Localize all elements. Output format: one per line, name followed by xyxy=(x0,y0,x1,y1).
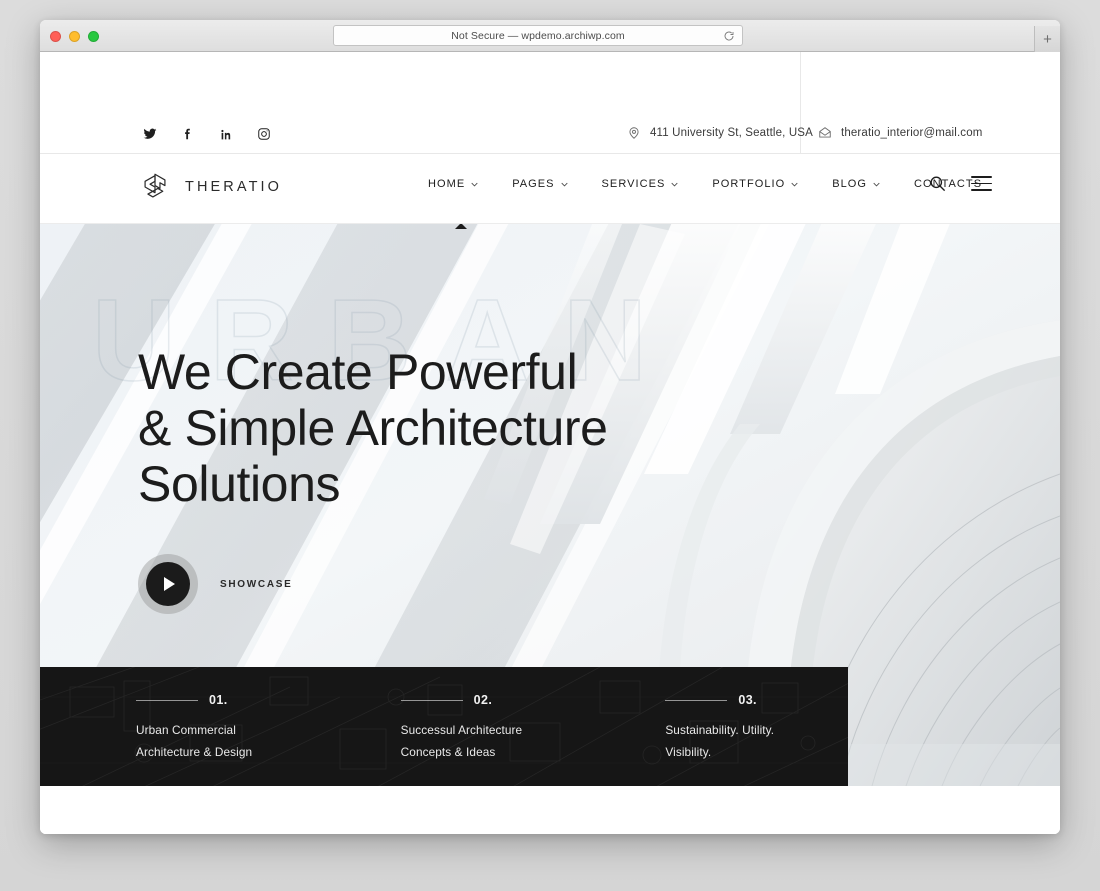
feature-header: 01. xyxy=(136,693,319,707)
feature-rule xyxy=(665,699,728,701)
feature-item[interactable]: 03. Sustainability. Utility. Visibility. xyxy=(665,693,848,786)
feature-item[interactable]: 01. Urban Commercial Architecture & Desi… xyxy=(136,693,319,786)
twitter-icon[interactable] xyxy=(142,126,158,142)
feature-rule xyxy=(136,699,198,701)
hero-section: URBAN We Create Powerful & Simple Archit… xyxy=(40,224,1060,786)
site-header: THERATIO HOME PAGES SERVICES PORTFOLIO B… xyxy=(40,154,1060,224)
feature-header: 03. xyxy=(665,693,848,707)
feature-number: 02. xyxy=(473,693,493,707)
desktop-background: Not Secure — wpdemo.archiwp.com + 411 Un… xyxy=(0,0,1100,891)
nav-label: BLOG xyxy=(832,178,867,190)
address-bar-text: Not Secure — wpdemo.archiwp.com xyxy=(451,29,625,42)
maximize-window-button[interactable] xyxy=(88,31,99,42)
instagram-icon[interactable] xyxy=(256,126,272,142)
facebook-icon[interactable] xyxy=(180,126,196,142)
nav-label: PORTFOLIO xyxy=(712,178,786,190)
play-button-ring xyxy=(138,554,198,614)
hero-content: We Create Powerful & Simple Architecture… xyxy=(138,344,608,614)
feature-number: 01. xyxy=(209,693,228,707)
features-list: 01. Urban Commercial Architecture & Desi… xyxy=(40,667,848,786)
feature-text: Sustainability. Utility. Visibility. xyxy=(665,723,775,759)
envelope-icon xyxy=(819,127,831,138)
chevron-down-icon xyxy=(471,182,478,187)
feature-item[interactable]: 02. Successul Architecture Concepts & Id… xyxy=(400,693,584,786)
nav-item-pages[interactable]: PAGES xyxy=(512,178,568,190)
contact-email-text: theratio_interior@mail.com xyxy=(841,127,983,139)
nav-label: PAGES xyxy=(512,178,555,190)
feature-rule xyxy=(400,699,463,701)
contact-address-text: 411 University St, Seattle, USA xyxy=(650,127,813,139)
active-menu-caret xyxy=(455,224,467,229)
feature-number: 03. xyxy=(738,693,757,707)
chevron-down-icon xyxy=(560,182,568,187)
showcase-label: SHOWCASE xyxy=(220,578,293,590)
feature-header: 02. xyxy=(400,693,584,707)
site-logo[interactable]: THERATIO xyxy=(138,170,282,204)
play-icon[interactable] xyxy=(146,562,190,606)
contact-email[interactable]: theratio_interior@mail.com xyxy=(818,126,982,140)
linkedin-icon[interactable] xyxy=(218,126,234,142)
nav-label: HOME xyxy=(428,178,466,190)
social-links xyxy=(142,126,272,142)
page-viewport: 411 University St, Seattle, USA theratio… xyxy=(40,52,1060,834)
nav-item-home[interactable]: HOME xyxy=(428,178,478,190)
chevron-down-icon xyxy=(791,182,798,187)
browser-titlebar: Not Secure — wpdemo.archiwp.com + xyxy=(40,20,1060,52)
minimize-window-button[interactable] xyxy=(69,31,80,42)
feature-text: Successul Architecture Concepts & Ideas xyxy=(400,723,523,759)
hero-title: We Create Powerful & Simple Architecture… xyxy=(138,344,608,512)
window-traffic-lights xyxy=(50,31,99,42)
close-window-button[interactable] xyxy=(50,31,61,42)
showcase-video-trigger[interactable]: SHOWCASE xyxy=(138,554,608,614)
nav-label: SERVICES xyxy=(601,178,666,190)
contact-address[interactable]: 411 University St, Seattle, USA xyxy=(627,126,813,140)
map-pin-icon xyxy=(629,127,639,139)
page-footer-strip xyxy=(40,786,1060,834)
feature-text: Urban Commercial Architecture & Design xyxy=(136,723,253,759)
hamburger-menu-icon[interactable] xyxy=(971,176,992,191)
nav-item-services[interactable]: SERVICES xyxy=(602,178,679,190)
browser-window: Not Secure — wpdemo.archiwp.com + 411 Un… xyxy=(40,20,1060,834)
logo-text: THERATIO xyxy=(185,179,283,195)
theratio-logo-icon xyxy=(144,173,166,198)
search-icon[interactable] xyxy=(928,174,947,193)
main-navigation: HOME PAGES SERVICES PORTFOLIO BLOG CONTA… xyxy=(428,178,982,190)
new-tab-button[interactable]: + xyxy=(1034,26,1060,52)
nav-item-blog[interactable]: BLOG xyxy=(832,178,880,190)
chevron-down-icon xyxy=(671,182,679,187)
chevron-down-icon xyxy=(873,182,880,187)
address-bar[interactable]: Not Secure — wpdemo.archiwp.com xyxy=(333,25,743,46)
reload-icon[interactable] xyxy=(723,30,735,42)
features-strip: 01. Urban Commercial Architecture & Desi… xyxy=(40,667,848,786)
nav-item-portfolio[interactable]: PORTFOLIO xyxy=(712,178,798,190)
header-tools xyxy=(928,174,992,193)
play-triangle xyxy=(164,577,175,591)
top-contact-bar: 411 University St, Seattle, USA theratio… xyxy=(40,52,1060,154)
